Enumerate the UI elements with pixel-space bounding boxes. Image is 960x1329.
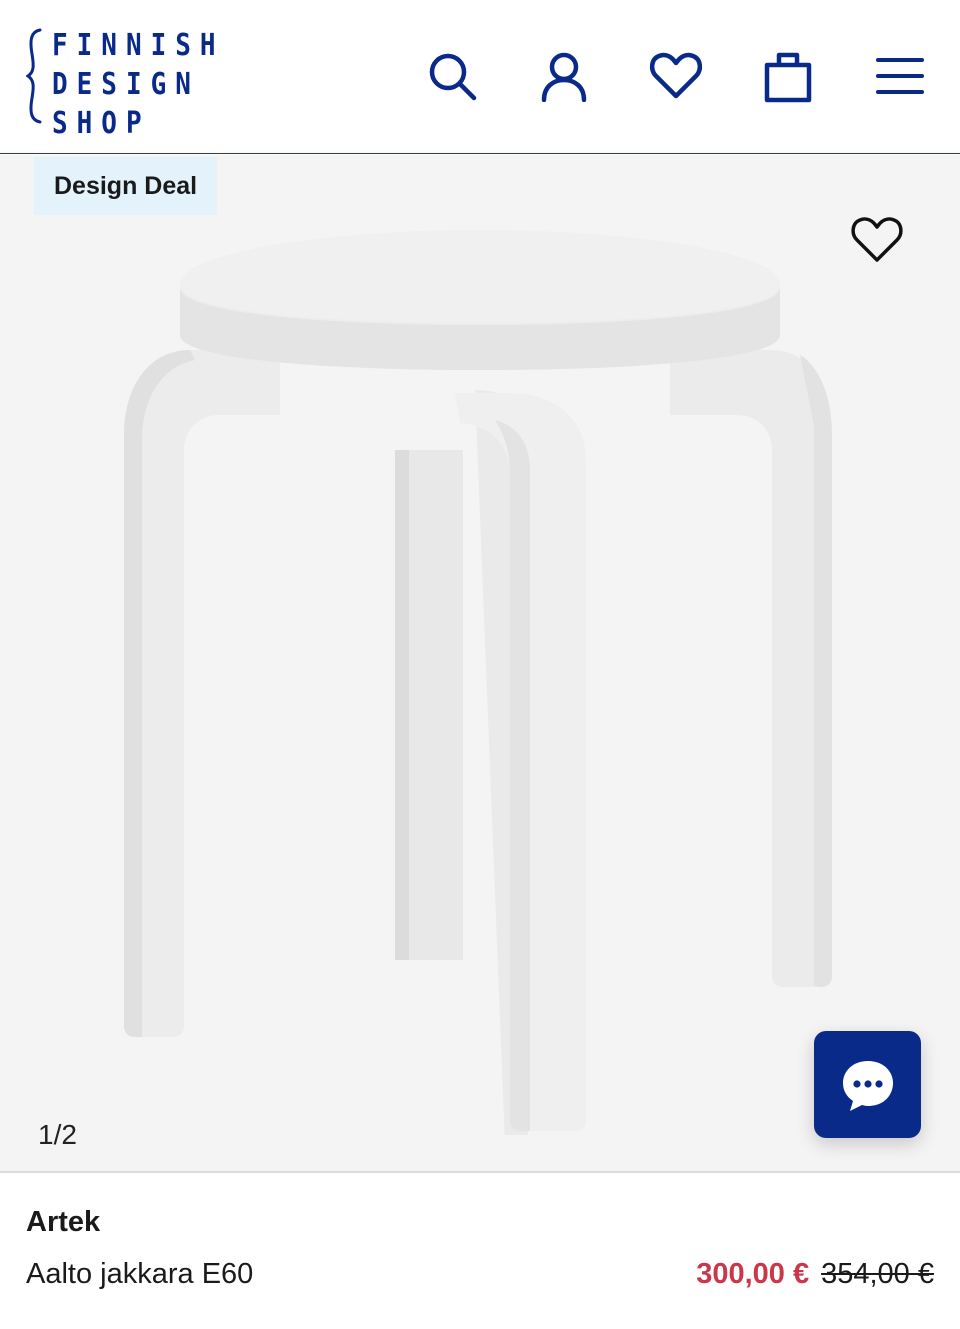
search-button[interactable]: [422, 46, 482, 106]
user-icon: [541, 52, 587, 102]
heart-icon: [649, 52, 703, 99]
logo[interactable]: FINNISH DESIGN SHOP: [26, 26, 216, 141]
heart-icon: [851, 217, 903, 262]
bag-icon: [764, 52, 812, 103]
search-icon: [429, 53, 477, 101]
design-deal-badge: Design Deal: [34, 157, 218, 215]
image-counter: 1/2: [38, 1119, 77, 1150]
menu-button[interactable]: [870, 46, 930, 106]
account-button[interactable]: [534, 46, 594, 106]
menu-icon: [876, 58, 924, 94]
chat-bubble-icon: [842, 1060, 893, 1111]
wishlist-button[interactable]: [646, 46, 706, 106]
product-page: FINNISH DESIGN SHOP Design Deal 1/2 Arte…: [0, 0, 960, 1329]
logo-line-3: SHOP: [52, 106, 151, 142]
product-name: Aalto jakkara E60: [26, 1258, 254, 1290]
chat-button[interactable]: [814, 1031, 921, 1138]
logo-line-2: DESIGN: [52, 67, 200, 102]
site-header: FINNISH DESIGN SHOP: [0, 0, 960, 154]
logo-line-1: FINNISH: [52, 28, 225, 63]
add-to-favorites-button[interactable]: [848, 211, 906, 269]
product-price: 300,00 € 354,00 €: [696, 1258, 934, 1291]
original-price: 354,00 €: [821, 1258, 934, 1290]
product-image-carousel[interactable]: Design Deal 1/2: [0, 155, 960, 1173]
product-brand[interactable]: Artek: [26, 1206, 100, 1239]
cart-button[interactable]: [758, 46, 818, 106]
sale-price: 300,00 €: [696, 1258, 810, 1290]
stool-image: [124, 230, 832, 1135]
logo-brace-icon: [26, 28, 42, 124]
